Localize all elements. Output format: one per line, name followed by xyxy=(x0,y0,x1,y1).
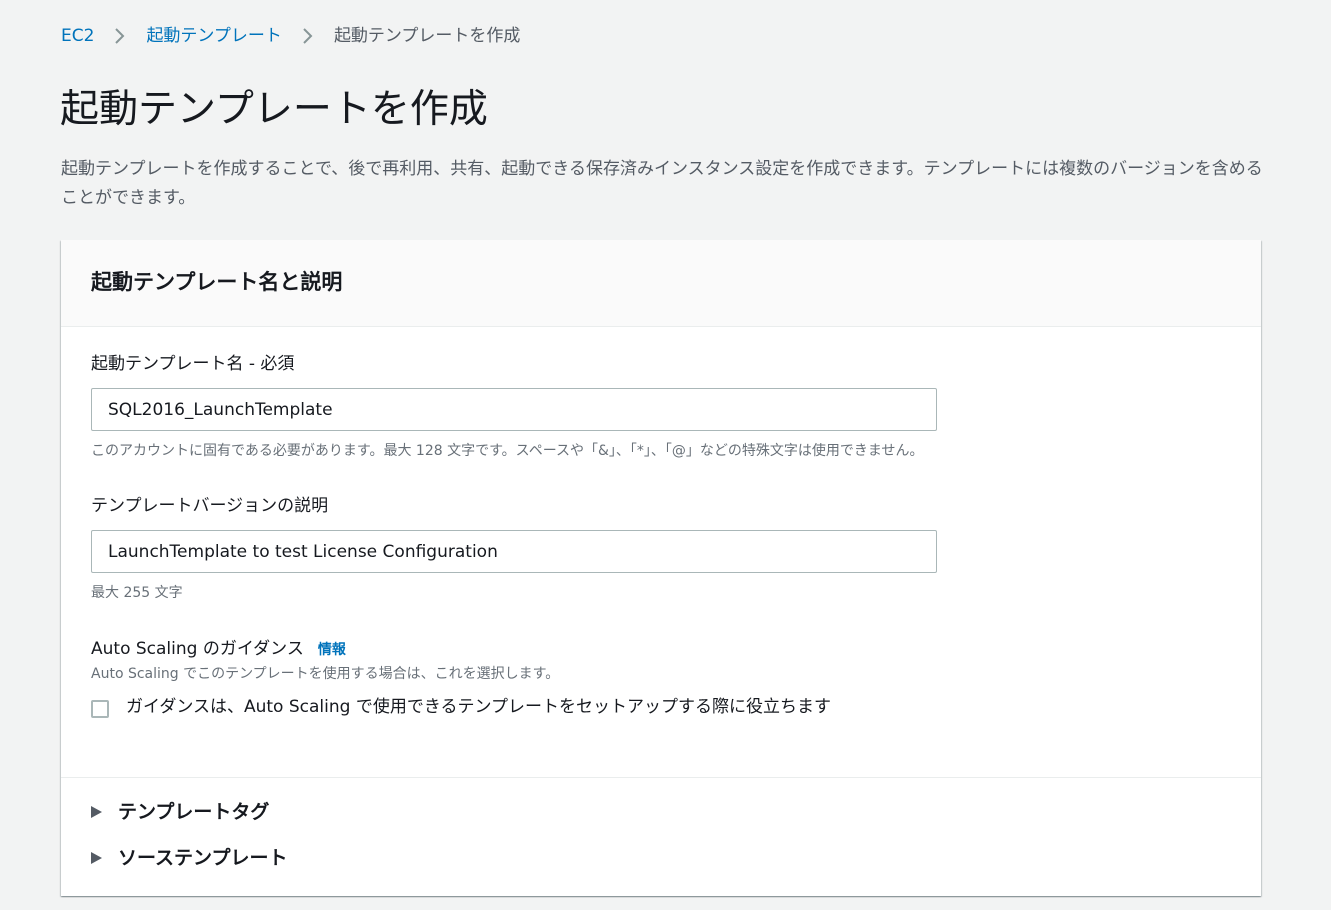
source-template-expander[interactable]: ソーステンプレート xyxy=(91,843,287,873)
breadcrumb-launch-templates-link[interactable]: 起動テンプレート xyxy=(146,22,282,50)
autoscaling-guidance-label-text: Auto Scaling のガイダンス xyxy=(91,639,304,659)
panel-title: 起動テンプレート名と説明 xyxy=(91,270,343,294)
chevron-right-icon xyxy=(115,28,125,44)
page-title: 起動テンプレートを作成 xyxy=(60,87,488,132)
template-name-hint: このアカウントに固有である必要があります。最大 128 文字です。スペースや「&… xyxy=(91,443,924,459)
autoscaling-info-link[interactable]: 情報 xyxy=(318,642,346,658)
panel-divider xyxy=(61,777,1261,778)
autoscaling-guidance-checkbox-row[interactable]: ガイダンスは、Auto Scaling で使用できるテンプレートをセットアップす… xyxy=(91,693,946,722)
autoscaling-guidance-hint: Auto Scaling でこのテンプレートを使用する場合は、これを選択します。 xyxy=(91,666,560,682)
breadcrumb: EC2 起動テンプレート 起動テンプレートを作成 xyxy=(61,22,520,50)
template-version-hint: 最大 255 文字 xyxy=(91,585,183,601)
autoscaling-guidance-checkbox-label[interactable]: ガイダンスは、Auto Scaling で使用できるテンプレートをセットアップす… xyxy=(126,693,946,722)
template-name-input[interactable] xyxy=(91,388,937,431)
chevron-right-icon xyxy=(303,28,313,44)
template-tags-expander[interactable]: テンプレートタグ xyxy=(91,797,269,827)
source-template-label: ソーステンプレート xyxy=(118,847,288,869)
template-tags-label: テンプレートタグ xyxy=(118,801,270,823)
panel-header: 起動テンプレート名と説明 xyxy=(61,240,1261,327)
template-version-label: テンプレートバージョンの説明 xyxy=(91,496,329,516)
breadcrumb-ec2-link[interactable]: EC2 xyxy=(61,22,94,50)
breadcrumb-current: 起動テンプレートを作成 xyxy=(333,26,521,46)
caret-right-icon xyxy=(91,852,102,864)
autoscaling-guidance-checkbox[interactable] xyxy=(91,700,109,718)
template-version-input[interactable] xyxy=(91,530,937,573)
template-name-panel: 起動テンプレート名と説明 起動テンプレート名 - 必須 このアカウントに固有であ… xyxy=(61,240,1261,896)
template-name-label: 起動テンプレート名 - 必須 xyxy=(91,354,295,374)
caret-right-icon xyxy=(91,806,102,818)
page-description: 起動テンプレートを作成することで、後で再利用、共有、起動できる保存済みインスタン… xyxy=(61,159,1263,208)
autoscaling-guidance-label: Auto Scaling のガイダンス 情報 xyxy=(91,636,346,663)
